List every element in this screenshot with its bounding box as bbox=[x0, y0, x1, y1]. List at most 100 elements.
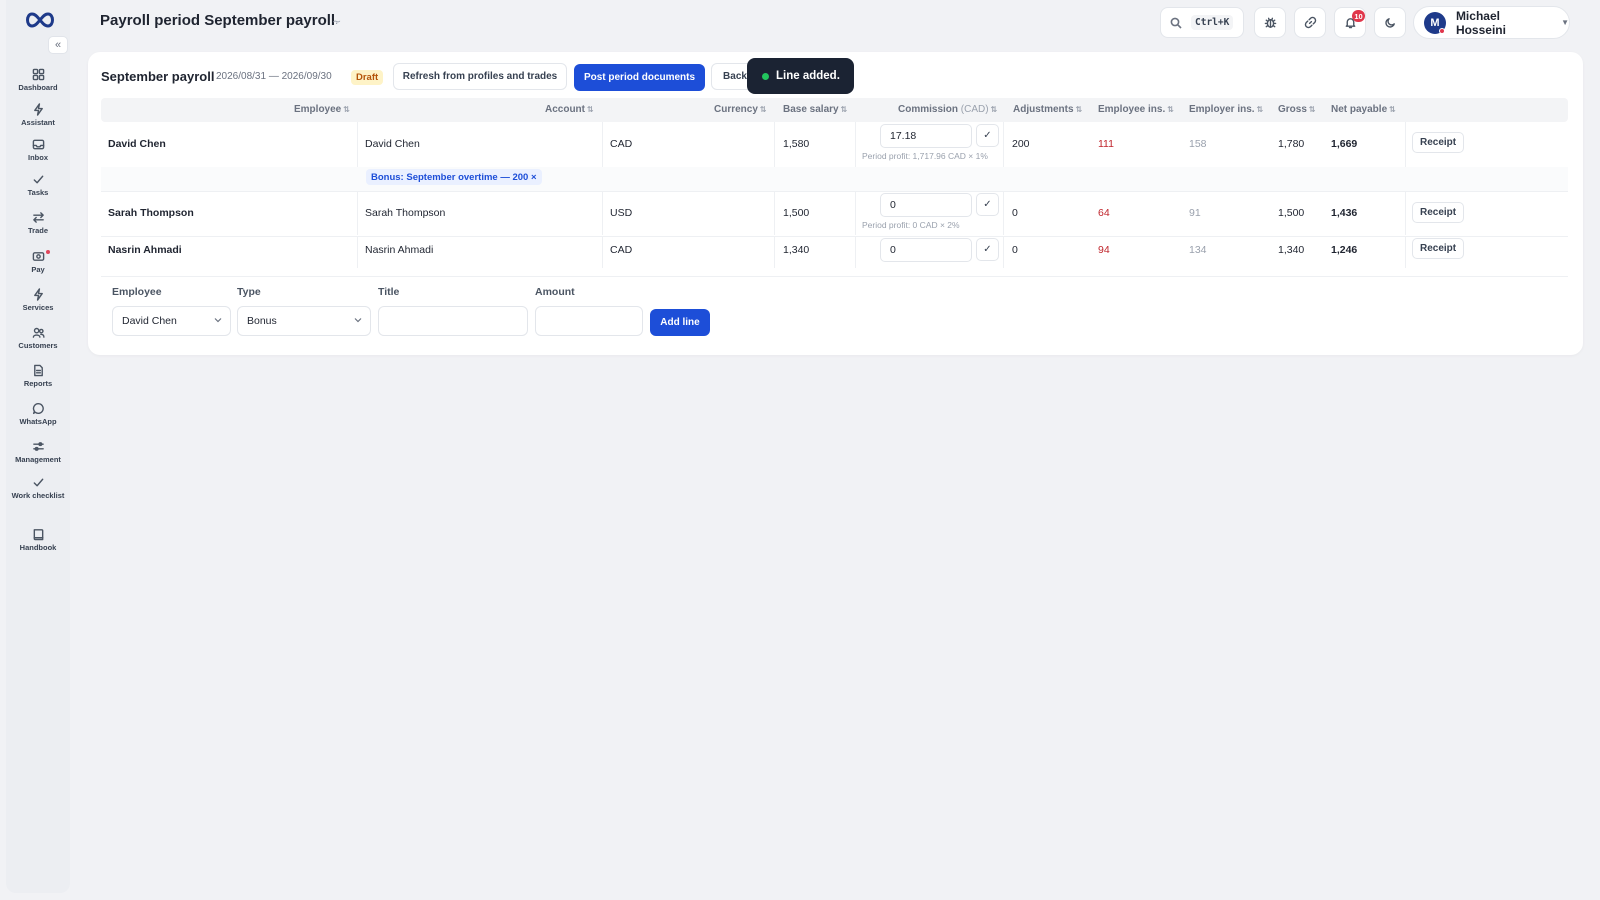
account-name: Sarah Thompson bbox=[365, 207, 446, 219]
employer-insurance: 158 bbox=[1189, 138, 1207, 150]
adjustments: 0 bbox=[1012, 207, 1018, 219]
sidebar-item-label: Handbook bbox=[19, 543, 57, 552]
sidebar-item-tasks[interactable]: Tasks bbox=[6, 173, 70, 205]
amount-input[interactable] bbox=[535, 306, 643, 336]
sidebar-item-handbook[interactable]: Handbook bbox=[6, 528, 70, 560]
column-header-net-payable[interactable]: Net payable ⇅ bbox=[1331, 104, 1396, 115]
account-name: Nasrin Ahmadi bbox=[365, 244, 434, 256]
currency: USD bbox=[610, 207, 633, 219]
column-divider bbox=[855, 191, 856, 235]
lightning-icon bbox=[33, 288, 43, 301]
confirm-commission-button[interactable]: ✓ bbox=[976, 193, 999, 216]
lightning-icon bbox=[33, 103, 43, 116]
sidebar: « Dashboard Assistant Inbox Tasks Trade … bbox=[6, 0, 70, 893]
title-input[interactable] bbox=[378, 306, 528, 336]
toast-message: Line added. bbox=[776, 70, 840, 82]
sidebar-item-assistant[interactable]: Assistant bbox=[6, 103, 70, 135]
sidebar-item-trade[interactable]: Trade bbox=[6, 211, 70, 243]
confirm-commission-button[interactable]: ✓ bbox=[976, 124, 999, 147]
gross: 1,500 bbox=[1278, 207, 1305, 219]
column-header-adjustments[interactable]: Adjustments ⇅ bbox=[1013, 104, 1082, 115]
commission-input[interactable] bbox=[880, 193, 972, 217]
status-dot bbox=[1439, 27, 1445, 34]
title-field-label: Title bbox=[378, 286, 400, 298]
column-divider bbox=[1405, 122, 1406, 168]
user-menu[interactable]: M Michael Hosseini ▼ bbox=[1413, 6, 1570, 39]
sort-icon: ⇅ bbox=[990, 105, 998, 114]
sort-icon: ⇅ bbox=[1308, 105, 1316, 114]
search-button[interactable]: Ctrl+K bbox=[1160, 7, 1244, 38]
commission-hint: Period profit: 0 CAD × 2% bbox=[862, 220, 960, 230]
sliders-icon bbox=[32, 442, 44, 451]
chevron-down-icon bbox=[214, 318, 222, 323]
employer-insurance: 134 bbox=[1189, 244, 1207, 256]
receipt-button[interactable]: Receipt bbox=[1412, 132, 1465, 153]
bug-icon bbox=[1264, 17, 1276, 28]
base-salary: 1,340 bbox=[783, 244, 810, 256]
receipt-button[interactable]: Receipt bbox=[1412, 238, 1465, 259]
pay-alert-dot bbox=[46, 250, 50, 254]
debug-button[interactable] bbox=[1254, 7, 1286, 38]
sidebar-item-label: Work checklist bbox=[11, 491, 65, 500]
period-title: September payroll bbox=[101, 69, 215, 84]
swap-icon bbox=[32, 212, 44, 223]
column-divider bbox=[855, 122, 856, 168]
type-select[interactable]: Bonus bbox=[237, 306, 371, 336]
sidebar-item-services[interactable]: Services bbox=[6, 288, 70, 320]
sidebar-item-dashboard[interactable]: Dashboard bbox=[6, 68, 70, 100]
sidebar-item-label: Services bbox=[22, 303, 54, 312]
infinity-logo-icon[interactable] bbox=[23, 10, 57, 30]
column-divider bbox=[1003, 236, 1004, 268]
column-divider bbox=[774, 122, 775, 168]
sidebar-item-inbox[interactable]: Inbox bbox=[6, 138, 70, 170]
sort-icon: ⇅ bbox=[840, 105, 848, 114]
sidebar-item-work-checklist[interactable]: Work checklist bbox=[6, 476, 70, 508]
success-dot-icon bbox=[762, 72, 769, 80]
collapse-sidebar-button[interactable]: « bbox=[48, 36, 68, 54]
sidebar-item-label: Dashboard bbox=[18, 83, 58, 92]
check-icon: ✓ bbox=[983, 199, 992, 210]
row-divider bbox=[101, 236, 1568, 237]
commission-input[interactable] bbox=[880, 238, 972, 262]
type-select-value: Bonus bbox=[247, 315, 277, 327]
sidebar-item-label: Management bbox=[15, 455, 61, 464]
commission-input[interactable] bbox=[880, 124, 972, 148]
type-field-label: Type bbox=[237, 286, 261, 298]
column-header-employer-ins[interactable]: Employer ins. ⇅ bbox=[1189, 104, 1263, 115]
dashboard-icon bbox=[32, 68, 44, 81]
column-header-employee[interactable]: Employee ⇅ bbox=[294, 104, 350, 115]
sidebar-item-management[interactable]: Management bbox=[6, 440, 70, 472]
theme-toggle-button[interactable] bbox=[1374, 7, 1406, 38]
receipt-button[interactable]: Receipt bbox=[1412, 202, 1465, 223]
sort-icon: ⇅ bbox=[587, 105, 594, 114]
adjustment-tag[interactable]: Bonus: September overtime — 200 × bbox=[366, 169, 542, 185]
column-divider bbox=[357, 236, 358, 268]
column-header-gross[interactable]: Gross ⇅ bbox=[1278, 104, 1316, 115]
column-header-currency[interactable]: Currency ⇅ bbox=[714, 104, 767, 115]
refresh-from-profiles-button[interactable]: Refresh from profiles and trades bbox=[393, 63, 567, 90]
sidebar-item-label: Trade bbox=[27, 226, 48, 235]
employee-name: Sarah Thompson bbox=[108, 207, 194, 219]
sidebar-item-customers[interactable]: Customers bbox=[6, 326, 70, 358]
pin-icon[interactable]: ⸟ bbox=[332, 15, 341, 28]
add-line-button[interactable]: Add line bbox=[650, 309, 710, 336]
sidebar-item-whatsapp[interactable]: WhatsApp bbox=[6, 402, 70, 434]
employee-select[interactable]: David Chen bbox=[112, 306, 231, 336]
sidebar-item-reports[interactable]: Reports bbox=[6, 364, 70, 396]
sidebar-item-pay[interactable]: Pay bbox=[6, 250, 70, 282]
column-header-employee-ins[interactable]: Employee ins. ⇅ bbox=[1098, 104, 1174, 115]
column-header-account[interactable]: Account ⇅ bbox=[545, 104, 594, 115]
link-button[interactable] bbox=[1294, 7, 1326, 38]
column-divider bbox=[1405, 236, 1406, 268]
net-payable: 1,669 bbox=[1331, 138, 1358, 150]
search-shortcut: Ctrl+K bbox=[1191, 15, 1234, 30]
notifications-button[interactable]: 10 bbox=[1334, 7, 1366, 38]
column-header-commission[interactable]: Commission (CAD) ⇅ bbox=[898, 104, 997, 115]
column-header-base-salary[interactable]: Base salary ⇅ bbox=[783, 104, 847, 115]
column-divider bbox=[602, 122, 603, 168]
table-header: Employee ⇅ Account ⇅ Currency ⇅ Base salary… bbox=[101, 98, 1568, 122]
currency: CAD bbox=[610, 244, 633, 256]
post-period-documents-button[interactable]: Post period documents bbox=[574, 64, 705, 91]
confirm-commission-button[interactable]: ✓ bbox=[976, 238, 999, 261]
employee-name: Nasrin Ahmadi bbox=[108, 244, 182, 256]
